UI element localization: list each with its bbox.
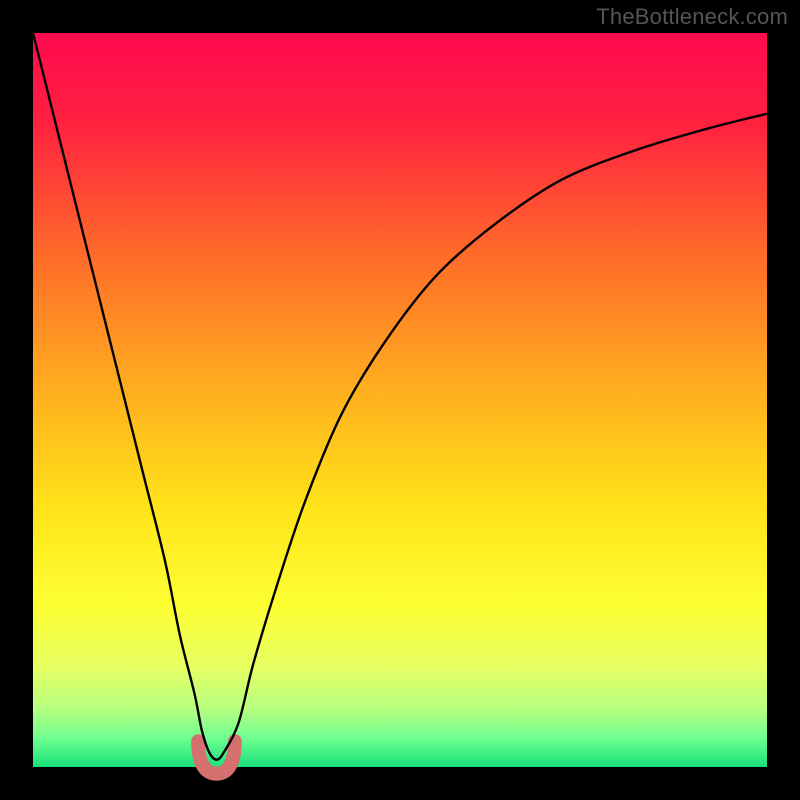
bottleneck-chart — [0, 0, 800, 800]
chart-frame: { "watermark": "TheBottleneck.com", "cha… — [0, 0, 800, 800]
watermark-text: TheBottleneck.com — [596, 4, 788, 30]
